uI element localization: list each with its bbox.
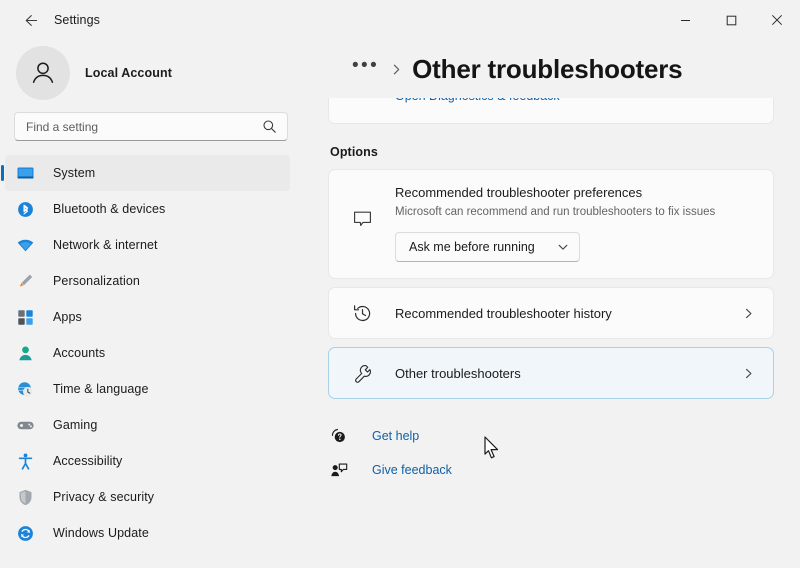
page-title: Other troubleshooters <box>412 53 683 84</box>
main-pane: Share optional diagnostic data to get ad… <box>304 40 800 568</box>
sidebar-item-label: System <box>53 166 96 180</box>
settings-window: Settings Local Account Find a setting Sy… <box>0 0 800 568</box>
dropdown-selected-value: Ask me before running <box>409 240 535 254</box>
search-input[interactable] <box>26 113 262 140</box>
account-text: Local Account <box>85 66 172 80</box>
display-monitor-icon <box>14 162 36 184</box>
sidebar-item-label: Privacy & security <box>53 490 155 504</box>
paintbrush-icon <box>14 270 36 292</box>
person-icon <box>14 342 36 364</box>
window-controls <box>662 0 800 40</box>
chevron-right-icon <box>742 307 755 320</box>
sidebar-item-network-internet[interactable]: Network & internet <box>5 227 290 263</box>
windows-update-icon <box>14 522 36 544</box>
title-bar: Settings <box>0 0 800 40</box>
sidebar-item-label: Time & language <box>53 382 149 396</box>
settings-content: Share optional diagnostic data to get ad… <box>304 40 800 568</box>
sidebar-item-label: Gaming <box>53 418 98 432</box>
page-header: ••• Other troubleshooters <box>304 40 800 98</box>
sidebar-item-label: Apps <box>53 310 82 324</box>
sidebar-item-bluetooth-devices[interactable]: Bluetooth & devices <box>5 191 290 227</box>
back-button[interactable] <box>12 5 46 35</box>
preferences-body: Recommended troubleshooter preferences M… <box>377 184 755 262</box>
row-other-troubleshooters[interactable]: Other troubleshooters <box>328 347 774 399</box>
avatar <box>16 46 70 100</box>
get-help-link[interactable]: Get help <box>330 422 774 450</box>
breadcrumb-overflow-button[interactable]: ••• <box>352 56 379 83</box>
close-icon <box>771 14 783 26</box>
sidebar-item-apps[interactable]: Apps <box>5 299 290 335</box>
sidebar-item-label: Accessibility <box>53 454 123 468</box>
search-box[interactable] <box>14 112 288 141</box>
sidebar-item-time-language[interactable]: Time & language <box>5 371 290 407</box>
speech-bubble-icon <box>347 184 377 230</box>
sidebar-item-label: Bluetooth & devices <box>53 202 166 216</box>
get-help-label: Get help <box>372 429 420 443</box>
sidebar-item-gaming[interactable]: Gaming <box>5 407 290 443</box>
close-button[interactable] <box>754 0 800 40</box>
row-label: Recommended troubleshooter history <box>395 305 612 321</box>
sidebar-nav: System Bluetooth & devices Network & int… <box>0 151 304 568</box>
search-icon <box>262 119 278 134</box>
clock-globe-icon <box>14 378 36 400</box>
back-arrow-icon <box>25 14 37 26</box>
sidebar-item-label: Network & internet <box>53 238 158 252</box>
row-recommended-troubleshooter-history[interactable]: Recommended troubleshooter history <box>328 287 774 339</box>
window-body: Local Account Find a setting System Blue… <box>0 40 800 568</box>
get-help-icon <box>330 427 356 445</box>
wrench-icon <box>347 363 377 384</box>
sidebar-item-label: Windows Update <box>53 526 149 540</box>
window-title: Settings <box>54 13 100 27</box>
row-label: Other troubleshooters <box>395 365 521 381</box>
chevron-right-icon <box>742 367 755 380</box>
troubleshooter-preference-dropdown[interactable]: Ask me before running <box>395 232 580 262</box>
minimize-icon <box>680 19 690 21</box>
give-feedback-link[interactable]: Give feedback <box>330 456 774 484</box>
maximize-button[interactable] <box>708 0 754 40</box>
account-header[interactable]: Local Account <box>0 40 304 106</box>
sidebar-item-label: Personalization <box>53 274 140 288</box>
person-avatar-icon <box>32 62 54 83</box>
chevron-right-icon <box>390 63 403 76</box>
account-name: Local Account <box>85 66 172 80</box>
sidebar: Local Account Find a setting System Blue… <box>0 40 304 568</box>
apps-grid-icon <box>14 306 36 328</box>
wifi-icon <box>14 234 36 256</box>
history-clock-icon <box>347 303 377 324</box>
search-container <box>0 106 304 151</box>
bluetooth-icon <box>14 198 36 220</box>
sidebar-item-accessibility[interactable]: Accessibility <box>5 443 290 479</box>
sidebar-item-privacy-security[interactable]: Privacy & security <box>5 479 290 515</box>
sidebar-item-windows-update[interactable]: Windows Update <box>5 515 290 551</box>
accessibility-icon <box>14 450 36 472</box>
options-section-label: Options <box>330 145 378 159</box>
give-feedback-label: Give feedback <box>372 463 452 477</box>
shield-icon <box>14 486 36 508</box>
minimize-button[interactable] <box>662 0 708 40</box>
footer-links: Get help Give feedback <box>328 422 774 484</box>
sidebar-item-system[interactable]: System <box>5 155 290 191</box>
preferences-title: Recommended troubleshooter preferences <box>395 185 643 200</box>
give-feedback-icon <box>330 461 356 479</box>
preferences-subtitle: Microsoft can recommend and run troubles… <box>395 206 716 218</box>
gamepad-icon <box>14 414 36 436</box>
sidebar-item-accounts[interactable]: Accounts <box>5 335 290 371</box>
recommended-troubleshooter-preferences-card: Recommended troubleshooter preferences M… <box>328 169 774 279</box>
sidebar-item-label: Accounts <box>53 346 106 360</box>
sidebar-item-personalization[interactable]: Personalization <box>5 263 290 299</box>
chevron-down-icon <box>557 241 569 253</box>
maximize-icon <box>726 15 736 25</box>
